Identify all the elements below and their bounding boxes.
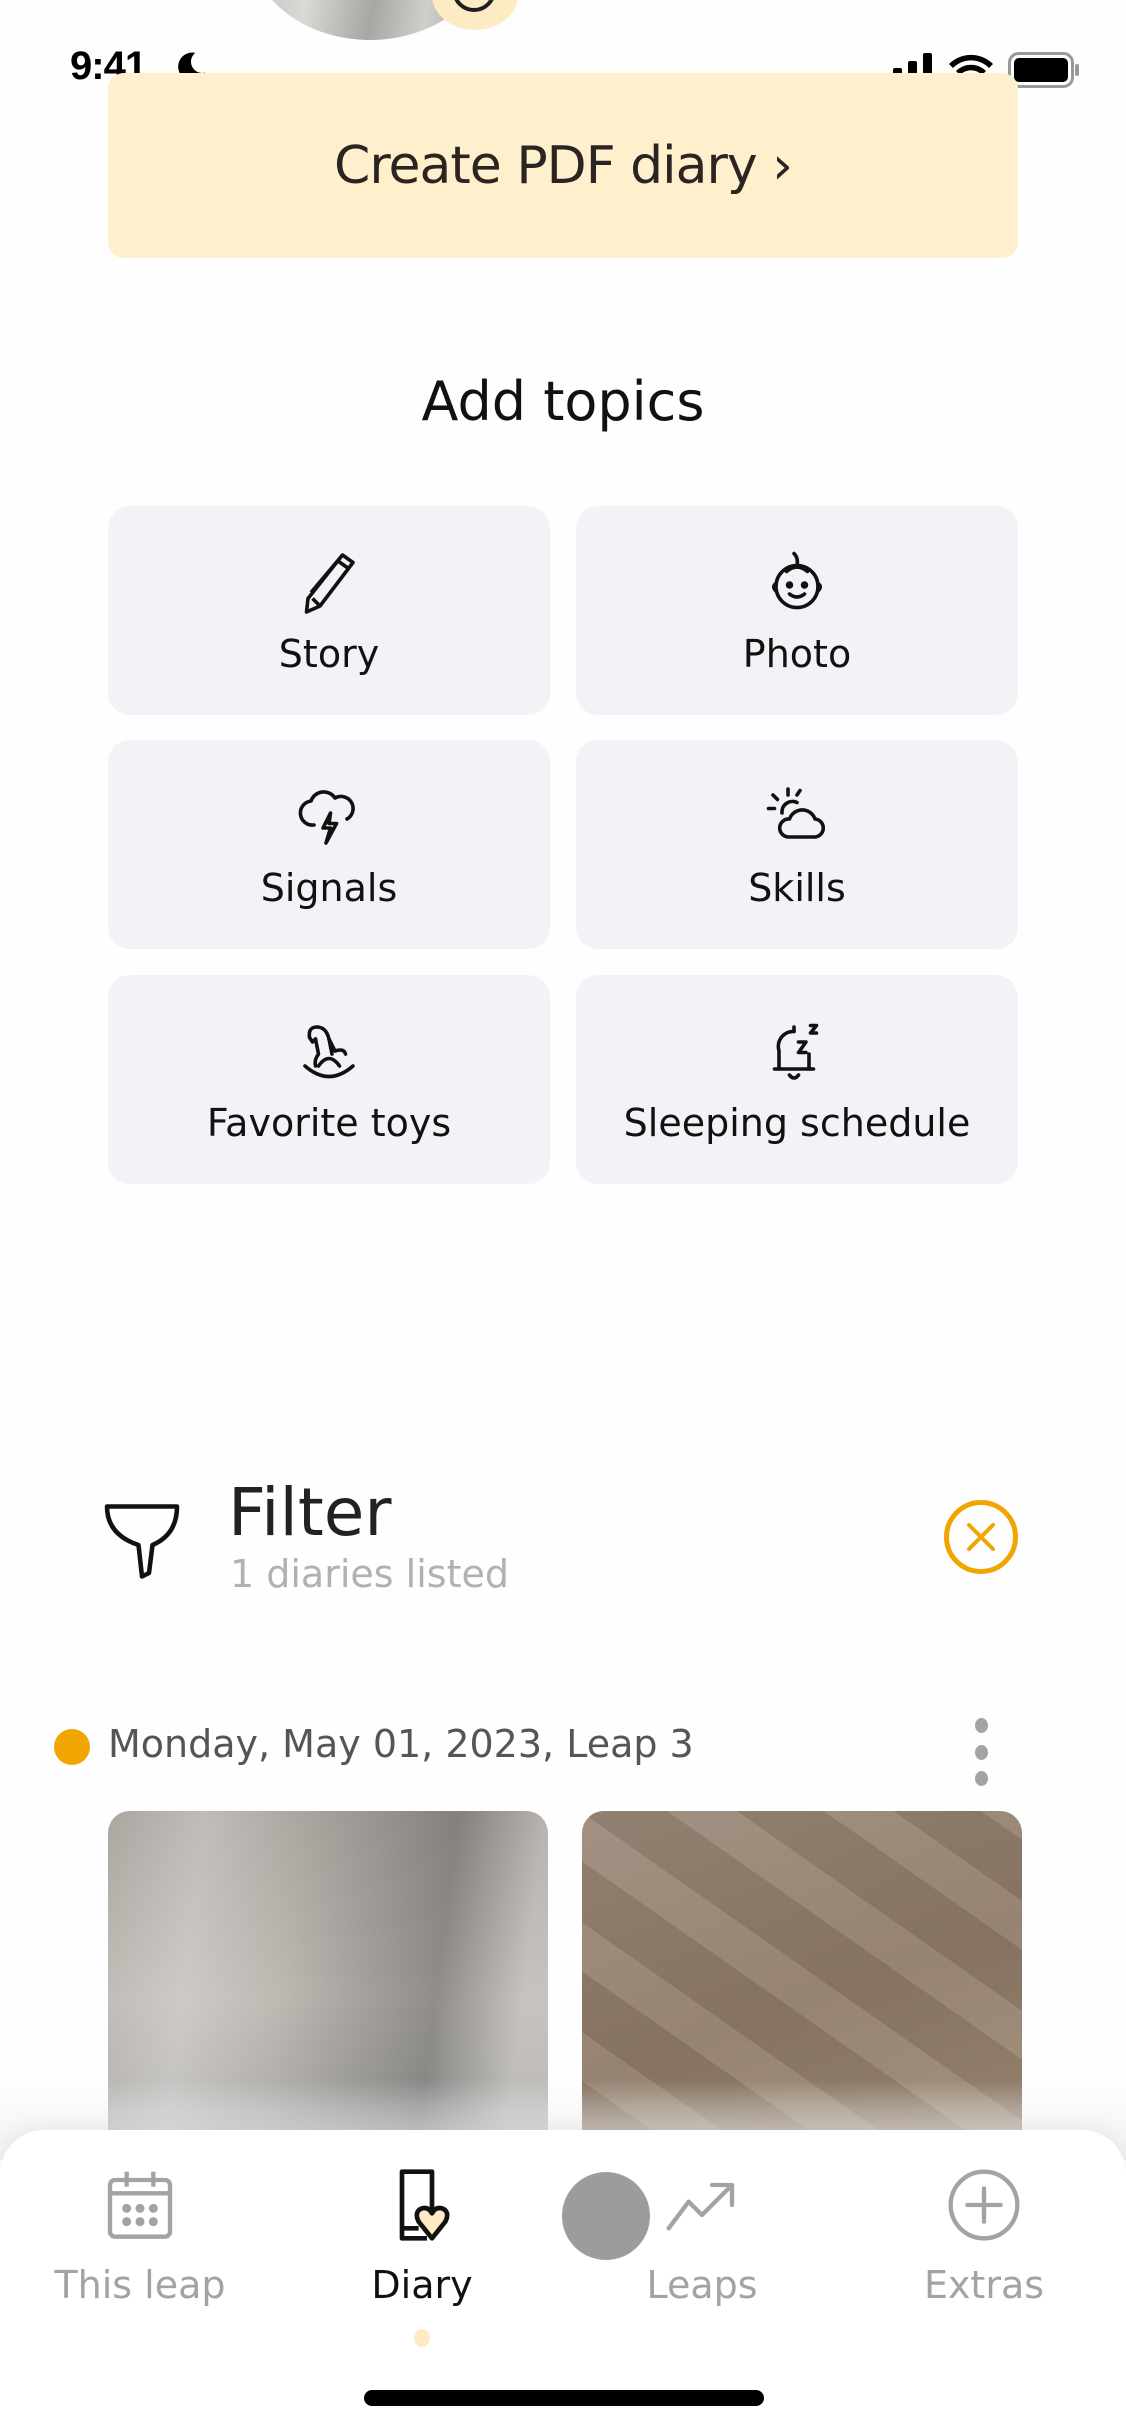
plus-circle-icon bbox=[948, 2169, 1020, 2241]
trending-up-icon bbox=[666, 2182, 735, 2231]
topic-label: Story bbox=[278, 631, 380, 676]
sun-cloud-icon bbox=[766, 786, 826, 839]
calendar-icon bbox=[107, 2171, 173, 2239]
baby-face-icon bbox=[771, 551, 823, 609]
topic-skills-button[interactable]: Skills bbox=[576, 740, 1018, 949]
topic-label: Signals bbox=[260, 865, 398, 910]
add-topics-title: Add topics bbox=[421, 370, 705, 433]
storm-cloud-icon bbox=[298, 789, 355, 845]
topic-label: Skills bbox=[748, 865, 846, 910]
create-pdf-diary-button[interactable]: Create PDF diary › bbox=[108, 73, 1018, 258]
more-dot bbox=[974, 1718, 988, 1733]
filter-count: 1 diaries listed bbox=[230, 1552, 509, 1596]
edit-photo-icon bbox=[452, 0, 496, 12]
active-tab-indicator bbox=[414, 2329, 430, 2347]
diary-heart-icon bbox=[399, 2169, 450, 2241]
pencil-icon bbox=[304, 552, 355, 614]
tab-label: Extras bbox=[923, 2263, 1045, 2307]
create-pdf-diary-label: Create PDF diary › bbox=[334, 135, 793, 196]
topic-signals-button[interactable]: Signals bbox=[108, 740, 550, 949]
touch-indicator bbox=[562, 2172, 650, 2260]
leap-color-dot bbox=[54, 1729, 90, 1765]
tab-this-leap[interactable]: This leap bbox=[20, 2165, 260, 2307]
tab-label: Leaps bbox=[646, 2263, 758, 2307]
filter-title: Filter bbox=[228, 1474, 392, 1551]
more-dot bbox=[974, 1744, 988, 1760]
tab-label: This leap bbox=[54, 2263, 226, 2307]
bell-sleep-icon bbox=[772, 1023, 819, 1080]
clear-filter-button[interactable] bbox=[944, 1500, 1018, 1574]
topic-photo-button[interactable]: Photo bbox=[576, 506, 1018, 715]
tab-label: Diary bbox=[371, 2263, 473, 2307]
tab-diary[interactable]: Diary bbox=[302, 2165, 542, 2307]
topic-sleeping-schedule-button[interactable]: Sleeping schedule bbox=[576, 975, 1018, 1184]
edit-photo-badge[interactable] bbox=[432, 0, 518, 30]
close-icon bbox=[967, 1523, 995, 1551]
topic-label: Sleeping schedule bbox=[623, 1100, 971, 1145]
rocking-horse-icon bbox=[303, 1024, 355, 1078]
home-indicator[interactable] bbox=[364, 2390, 764, 2406]
topic-label: Favorite toys bbox=[206, 1100, 452, 1145]
entry-date: Monday, May 01, 2023, Leap 3 bbox=[108, 1722, 694, 1766]
topic-story-button[interactable]: Story bbox=[108, 506, 550, 715]
topic-favorite-toys-button[interactable]: Favorite toys bbox=[108, 975, 550, 1184]
topic-label: Photo bbox=[742, 631, 852, 676]
filter-icon[interactable] bbox=[100, 1496, 184, 1580]
entry-more-options-button[interactable] bbox=[966, 1718, 996, 1786]
more-dot bbox=[974, 1771, 988, 1786]
battery-icon bbox=[1008, 52, 1079, 88]
tab-extras[interactable]: Extras bbox=[864, 2165, 1104, 2307]
